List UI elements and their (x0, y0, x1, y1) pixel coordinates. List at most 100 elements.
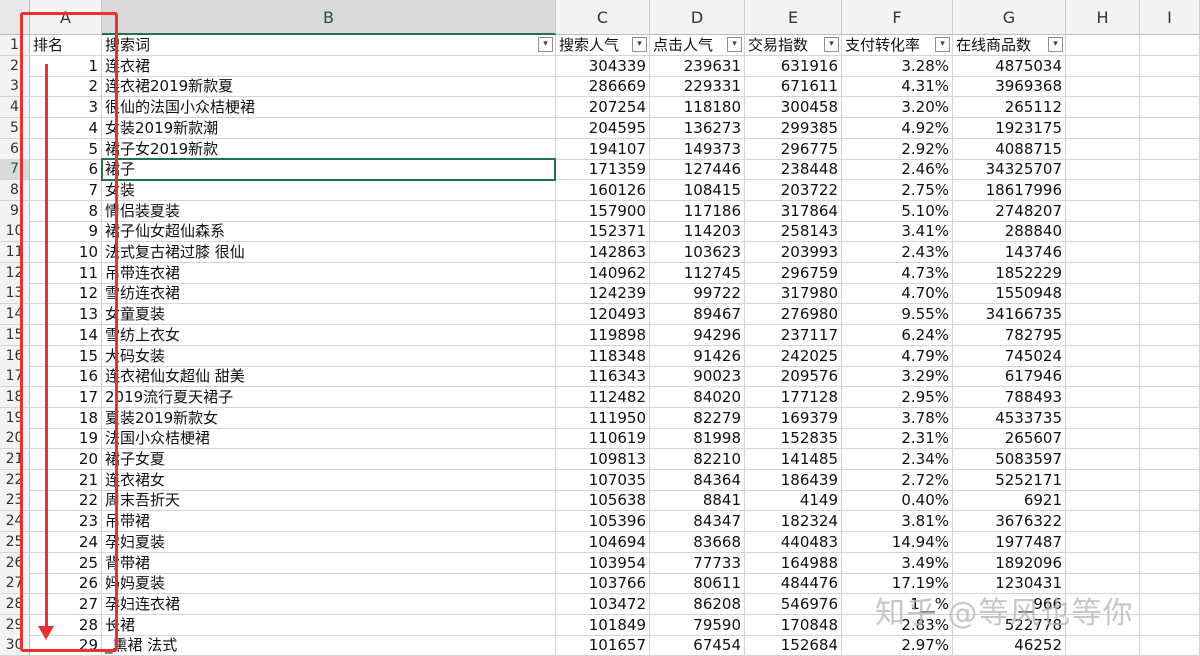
cell-empty[interactable] (1140, 138, 1200, 160)
cell-keyword[interactable]: 连衣裙仙女超仙 甜美 (102, 366, 556, 388)
cell-click[interactable]: 84020 (650, 386, 745, 408)
cell-empty[interactable] (1066, 35, 1140, 56)
cell-products[interactable]: 1977487 (953, 531, 1066, 553)
cell-trade[interactable]: 296759 (745, 262, 842, 284)
cell-keyword[interactable]: 女装 (102, 179, 556, 201)
cell-trade[interactable]: 4149 (745, 490, 842, 512)
cell-products[interactable]: 18617996 (953, 179, 1066, 201)
cell-keyword[interactable]: 法国小众桔梗裙 (102, 428, 556, 450)
cell-empty[interactable] (1140, 490, 1200, 512)
cell-search[interactable]: 194107 (556, 138, 650, 160)
cell-rate[interactable]: 2.97% (842, 635, 953, 656)
cell-rate[interactable]: 4.73% (842, 262, 953, 284)
cell-search[interactable]: 107035 (556, 469, 650, 491)
cell-empty[interactable] (1140, 614, 1200, 636)
cell-trade[interactable]: 203993 (745, 242, 842, 263)
column-header-d[interactable]: D (650, 0, 745, 35)
cell-search[interactable]: 120493 (556, 304, 650, 326)
cell-search[interactable]: 204595 (556, 117, 650, 139)
cell-trade[interactable]: 631916 (745, 55, 842, 77)
cell-rate[interactable]: 9.55% (842, 304, 953, 326)
cell-click[interactable]: 83668 (650, 531, 745, 553)
cell-products[interactable]: 1923175 (953, 117, 1066, 139)
cell-search[interactable]: 118348 (556, 345, 650, 367)
cell-products[interactable]: 34166735 (953, 304, 1066, 326)
cell-click[interactable]: 99722 (650, 283, 745, 305)
cell-rate[interactable]: 2.72% (842, 469, 953, 491)
cell-products[interactable]: 617946 (953, 366, 1066, 388)
cell-empty[interactable] (1140, 407, 1200, 429)
cell-search[interactable]: 110619 (556, 428, 650, 450)
filter-dropdown-icon[interactable]: ▾ (824, 37, 839, 52)
cell-trade[interactable]: 296775 (745, 138, 842, 160)
cell-click[interactable]: 81998 (650, 428, 745, 450)
cell-keyword[interactable]: 孕妇夏装 (102, 531, 556, 553)
cell-trade[interactable]: 317980 (745, 283, 842, 305)
cell-search[interactable]: 104694 (556, 531, 650, 553)
cell-search[interactable]: 105396 (556, 511, 650, 533)
cell-empty[interactable] (1066, 407, 1140, 429)
cell-empty[interactable] (1140, 97, 1200, 119)
cell-search[interactable]: 160126 (556, 179, 650, 201)
cell-keyword[interactable]: 裙子女2019新款 (102, 138, 556, 160)
cell-search[interactable]: 124239 (556, 283, 650, 305)
cell-products[interactable]: 1852229 (953, 262, 1066, 284)
cell-trade[interactable]: 164988 (745, 552, 842, 574)
cell-search[interactable]: 103766 (556, 573, 650, 595)
cell-keyword[interactable]: 很仙的法国小众桔梗裙 (102, 97, 556, 119)
cell-rate[interactable]: 0.40% (842, 490, 953, 512)
cell-keyword[interactable]: _熏裙 法式 (102, 635, 556, 656)
cell-products[interactable]: 5083597 (953, 449, 1066, 470)
cell-keyword[interactable]: 法式复古裙过膝 很仙 (102, 242, 556, 263)
column-header-f[interactable]: F (842, 0, 953, 35)
cell-empty[interactable] (1066, 283, 1140, 305)
cell-empty[interactable] (1066, 366, 1140, 388)
cell-products[interactable]: 5252171 (953, 469, 1066, 491)
cell-click[interactable]: 108415 (650, 179, 745, 201)
cell-empty[interactable] (1140, 200, 1200, 222)
cell-empty[interactable] (1140, 366, 1200, 388)
cell-click[interactable]: 90023 (650, 366, 745, 388)
cell-products[interactable]: 1892096 (953, 552, 1066, 574)
cell-rate[interactable]: 3.49% (842, 552, 953, 574)
cell-empty[interactable] (1066, 138, 1140, 160)
cell-empty[interactable] (1140, 304, 1200, 326)
cell-empty[interactable] (1066, 345, 1140, 367)
cell-products[interactable]: 6921 (953, 490, 1066, 512)
cell-trade[interactable]: 177128 (745, 386, 842, 408)
cell-keyword[interactable]: 孕妇连衣裙 (102, 593, 556, 615)
cell-trade[interactable]: 203722 (745, 179, 842, 201)
cell-keyword[interactable]: 周末吾折天 (102, 490, 556, 512)
cell-trade[interactable]: 546976 (745, 593, 842, 615)
cell-empty[interactable] (1066, 97, 1140, 119)
cell-empty[interactable] (1066, 262, 1140, 284)
cell-click[interactable]: 77733 (650, 552, 745, 574)
cell-rate[interactable]: 3.78% (842, 407, 953, 429)
cell-empty[interactable] (1066, 386, 1140, 408)
cell-search[interactable]: 105638 (556, 490, 650, 512)
cell-click[interactable]: 127446 (650, 159, 745, 181)
filter-dropdown-icon[interactable]: ▾ (935, 37, 950, 52)
cell-products[interactable]: 4088715 (953, 138, 1066, 160)
cell-keyword[interactable]: 连衣裙女 (102, 469, 556, 491)
cell-empty[interactable] (1140, 283, 1200, 305)
cell-keyword[interactable]: 情侣装夏装 (102, 200, 556, 222)
cell-click[interactable]: 8841 (650, 490, 745, 512)
cell-empty[interactable] (1066, 449, 1140, 470)
cell-rate[interactable]: 2.31% (842, 428, 953, 450)
cell-click[interactable]: 67454 (650, 635, 745, 656)
cell-search[interactable]: 111950 (556, 407, 650, 429)
cell-click[interactable]: 117186 (650, 200, 745, 222)
cell-empty[interactable] (1066, 221, 1140, 243)
cell-click[interactable]: 239631 (650, 55, 745, 77)
cell-products[interactable]: 788493 (953, 386, 1066, 408)
cell-empty[interactable] (1140, 593, 1200, 615)
filter-dropdown-icon[interactable]: ▾ (632, 37, 647, 52)
cell-rate[interactable]: 3.20% (842, 97, 953, 119)
cell-keyword[interactable]: 大码女装 (102, 345, 556, 367)
column-header-e[interactable]: E (745, 0, 842, 35)
header-cell-pay-conv-rate[interactable]: 支付转化率 ▾ (842, 35, 953, 56)
cell-keyword[interactable]: 妈妈夏装 (102, 573, 556, 595)
cell-rate[interactable]: 3.41% (842, 221, 953, 243)
cell-trade[interactable]: 152684 (745, 635, 842, 656)
